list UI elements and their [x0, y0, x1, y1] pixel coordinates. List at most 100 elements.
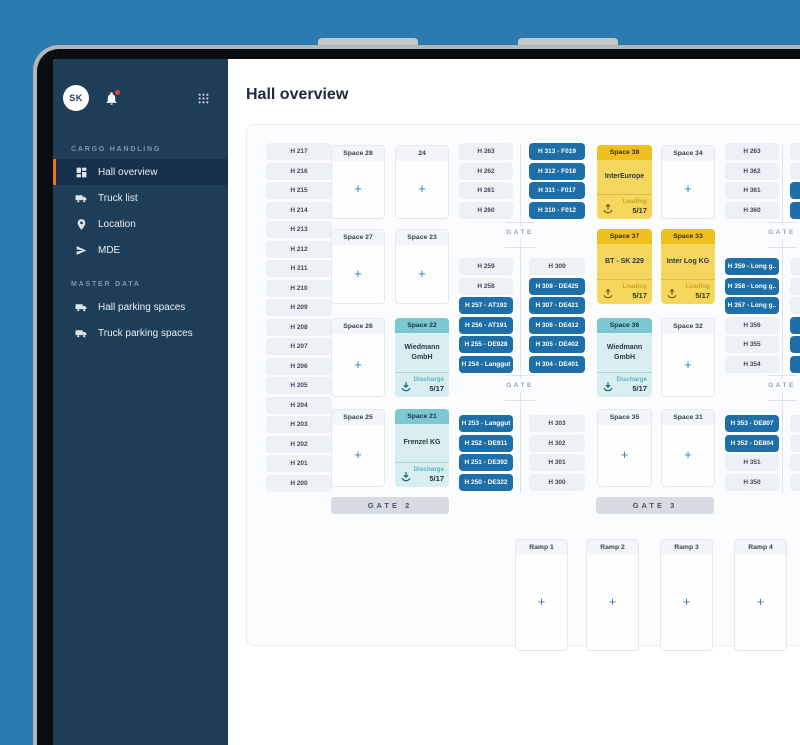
- avatar[interactable]: SK: [63, 85, 89, 111]
- hall-slot-pill[interactable]: H 205: [266, 377, 332, 394]
- add-booking-button[interactable]: +: [609, 594, 617, 611]
- hall-slot-pill[interactable]: [790, 317, 800, 334]
- hall-slot-pill[interactable]: H 302: [529, 435, 585, 452]
- hall-slot-pill[interactable]: H 304 - DE401: [529, 356, 585, 373]
- hall-slot-pill[interactable]: H 253 - Langgut: [459, 415, 513, 432]
- hall-slot-pill[interactable]: [790, 435, 800, 452]
- space-card-24[interactable]: 24+: [395, 145, 449, 219]
- hall-slot-pill[interactable]: H 251 - DE392: [459, 454, 513, 471]
- space-card-space-34[interactable]: Space 34+: [661, 145, 715, 219]
- hall-slot-pill[interactable]: H 200: [266, 475, 332, 492]
- add-booking-button[interactable]: +: [684, 357, 692, 374]
- hall-slot-pill[interactable]: H 353 - DE807: [725, 415, 779, 432]
- hall-slot-pill[interactable]: [790, 258, 800, 275]
- space-card-space-37[interactable]: Space 37BT - SK 229Loading5/17: [597, 229, 652, 304]
- hall-slot-pill[interactable]: H 260: [459, 202, 513, 219]
- add-booking-button[interactable]: +: [354, 181, 362, 198]
- hall-slot-pill[interactable]: H 256 - AT191: [459, 317, 513, 334]
- hall-slot-pill[interactable]: H 210: [266, 280, 332, 297]
- hall-slot-pill[interactable]: H 352 - DE804: [725, 435, 779, 452]
- hall-slot-pill[interactable]: [790, 415, 800, 432]
- hall-slot-pill[interactable]: H 257 - AT192: [459, 297, 513, 314]
- hall-slot-pill[interactable]: H 262: [459, 163, 513, 180]
- hall-slot-pill[interactable]: H 311 - F017: [529, 182, 585, 199]
- ramp-card-ramp-1[interactable]: Ramp 1+: [515, 539, 568, 651]
- hall-slot-pill[interactable]: H 206: [266, 358, 332, 375]
- space-card-space-33[interactable]: Space 33Inter Log KGLoading5/17: [661, 229, 715, 304]
- hall-slot-pill[interactable]: H 303: [529, 415, 585, 432]
- hall-slot-pill[interactable]: H 358 - Long g..: [725, 278, 779, 295]
- sidebar-item-truck-list[interactable]: Truck list: [53, 185, 228, 211]
- hall-slot-pill[interactable]: H 362: [725, 163, 779, 180]
- hall-slot-pill[interactable]: H 357 - Long g..: [725, 297, 779, 314]
- add-booking-button[interactable]: +: [418, 266, 426, 283]
- sidebar-item-hall-parking-spaces[interactable]: Hall parking spaces: [53, 294, 228, 320]
- ramp-card-ramp-2[interactable]: Ramp 2+: [586, 539, 639, 651]
- hall-slot-pill[interactable]: H 212: [266, 241, 332, 258]
- sidebar-item-hall-overview[interactable]: Hall overview: [53, 159, 228, 185]
- hall-slot-pill[interactable]: H 356: [725, 317, 779, 334]
- hall-slot-pill[interactable]: H 313 - F019: [529, 143, 585, 160]
- hall-slot-pill[interactable]: H 355: [725, 336, 779, 353]
- hall-slot-pill[interactable]: H 308 - DE425: [529, 278, 585, 295]
- add-booking-button[interactable]: +: [684, 447, 692, 464]
- hall-slot-pill[interactable]: H 259: [459, 258, 513, 275]
- apps-grid-icon[interactable]: [197, 92, 210, 105]
- hall-slot-pill[interactable]: [790, 163, 800, 180]
- space-card-space-21[interactable]: Space 21Frenzel KGDischarge5/17: [395, 409, 449, 487]
- hall-slot-pill[interactable]: [790, 143, 800, 160]
- space-card-space-32[interactable]: Space 32+: [661, 318, 715, 397]
- sidebar-item-mde[interactable]: MDE: [53, 237, 228, 263]
- hall-slot-pill[interactable]: H 207: [266, 338, 332, 355]
- hall-slot-pill[interactable]: H 310 - F012: [529, 202, 585, 219]
- hall-slot-pill[interactable]: H 204: [266, 397, 332, 414]
- space-card-space-22[interactable]: Space 22Wiedmann GmbHDischarge5/17: [395, 318, 449, 397]
- space-card-space-27[interactable]: Space 27+: [331, 229, 385, 304]
- space-card-space-35[interactable]: Space 35+: [597, 409, 652, 487]
- sidebar-item-location[interactable]: Location: [53, 211, 228, 237]
- hall-slot-pill[interactable]: [790, 356, 800, 373]
- space-card-space-38[interactable]: Space 38InterEuropeLoading5/17: [597, 145, 652, 219]
- space-card-space-28[interactable]: Space 28+: [331, 145, 385, 219]
- hall-slot-pill[interactable]: H 306 - DE412: [529, 317, 585, 334]
- ramp-card-ramp-3[interactable]: Ramp 3+: [660, 539, 713, 651]
- hall-slot-pill[interactable]: [790, 474, 800, 491]
- add-booking-button[interactable]: +: [757, 594, 765, 611]
- hall-slot-pill[interactable]: H 214: [266, 202, 332, 219]
- hall-slot-pill[interactable]: H 255 - DE928: [459, 336, 513, 353]
- hall-slot-pill[interactable]: H 250 - DE322: [459, 474, 513, 491]
- hall-slot-pill[interactable]: H 350: [725, 474, 779, 491]
- space-card-space-31[interactable]: Space 31+: [661, 409, 715, 487]
- hall-slot-pill[interactable]: H 254 - Langgut: [459, 356, 513, 373]
- hall-slot-pill[interactable]: H 261: [459, 182, 513, 199]
- hall-slot-pill[interactable]: H 305 - DE402: [529, 336, 585, 353]
- hall-slot-pill[interactable]: H 351: [725, 454, 779, 471]
- hall-slot-pill[interactable]: H 209: [266, 299, 332, 316]
- add-booking-button[interactable]: +: [621, 447, 629, 464]
- hall-slot-pill[interactable]: [790, 454, 800, 471]
- add-booking-button[interactable]: +: [684, 181, 692, 198]
- add-booking-button[interactable]: +: [538, 594, 546, 611]
- sidebar-item-truck-parking-spaces[interactable]: Truck parking spaces: [53, 320, 228, 346]
- hall-slot-pill[interactable]: [790, 336, 800, 353]
- hall-slot-pill[interactable]: H 211: [266, 260, 332, 277]
- hall-slot-pill[interactable]: H 263: [725, 143, 779, 160]
- hall-slot-pill[interactable]: H 359 - Long g..: [725, 258, 779, 275]
- space-card-space-25[interactable]: Space 25+: [331, 409, 385, 487]
- hall-slot-pill[interactable]: H 203: [266, 416, 332, 433]
- add-booking-button[interactable]: +: [354, 357, 362, 374]
- hall-slot-pill[interactable]: H 252 - DE911: [459, 435, 513, 452]
- ramp-card-ramp-4[interactable]: Ramp 4+: [734, 539, 787, 651]
- hall-slot-pill[interactable]: [790, 297, 800, 314]
- add-booking-button[interactable]: +: [683, 594, 691, 611]
- hall-slot-pill[interactable]: [790, 182, 800, 199]
- hall-slot-pill[interactable]: H 360: [725, 202, 779, 219]
- hall-slot-pill[interactable]: [790, 202, 800, 219]
- hall-slot-pill[interactable]: H 213: [266, 221, 332, 238]
- hall-slot-pill[interactable]: H 312 - F018: [529, 163, 585, 180]
- space-card-space-23[interactable]: Space 23+: [395, 229, 449, 304]
- space-card-space-26[interactable]: Space 26+: [331, 318, 385, 397]
- hall-slot-pill[interactable]: H 309: [529, 258, 585, 275]
- add-booking-button[interactable]: +: [354, 447, 362, 464]
- add-booking-button[interactable]: +: [418, 181, 426, 198]
